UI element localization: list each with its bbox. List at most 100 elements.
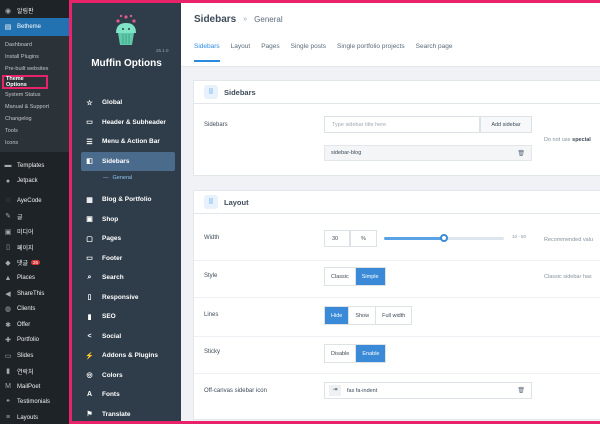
- wp-menu-label: 댓글: [17, 261, 29, 268]
- wp-submenu-item[interactable]: System Status: [0, 89, 70, 101]
- wp-menu-item[interactable]: ❝ Testimonials: [0, 395, 70, 411]
- nav-item-label: Colors: [102, 371, 123, 379]
- wp-menu-item[interactable]: ▮ 연락처: [0, 364, 70, 380]
- width-slider-handle[interactable]: [440, 234, 448, 242]
- wp-menu-item[interactable]: ✱ Offer: [0, 317, 70, 333]
- tab-search-page[interactable]: Search page: [416, 43, 453, 62]
- lines-option-hide[interactable]: Hide: [325, 307, 350, 324]
- offcanvas-icon-input[interactable]: ⇥ fas fa-indent 🗑: [324, 382, 532, 399]
- tab-single-posts[interactable]: Single posts: [291, 43, 326, 62]
- add-sidebar-button[interactable]: Add sidebar: [480, 116, 532, 133]
- menu-icon: ☰: [86, 138, 93, 146]
- sidebar-icon: ◧: [86, 158, 93, 166]
- wp-submenu-item[interactable]: Install Plugins: [0, 51, 70, 63]
- sticky-option-disable[interactable]: Disable: [325, 345, 357, 362]
- wp-menu-item[interactable]: ▯ 페이지: [0, 240, 70, 256]
- sticky-option-enable[interactable]: Enable: [356, 345, 386, 362]
- nav-item-pages[interactable]: ▢ Pages: [81, 229, 175, 249]
- wp-submenu-theme-options[interactable]: Theme Options: [2, 75, 48, 89]
- shop-icon: ▣: [86, 216, 93, 224]
- style-option-classic[interactable]: Classic: [325, 268, 356, 285]
- wp-menu-label: Testimonials: [17, 399, 51, 406]
- nav-item-colors[interactable]: ◎ Colors: [81, 366, 175, 386]
- tab-pages[interactable]: Pages: [261, 43, 279, 62]
- nav-item-search[interactable]: ⌕ Search: [81, 268, 175, 288]
- wp-menu-item[interactable]: ◀ ShareThis: [0, 286, 70, 302]
- footer-icon: ▭: [86, 255, 93, 263]
- nav-item-translate[interactable]: ⚑ Translate: [81, 405, 175, 422]
- breadcrumb-separator: »: [243, 16, 248, 23]
- nav-item-label: Sidebars: [102, 157, 130, 165]
- dashboard-icon: ◉: [4, 7, 12, 15]
- style-description: Classic sidebar has: [544, 274, 592, 280]
- width-label: Width: [204, 235, 220, 241]
- nav-item-social[interactable]: < Social: [81, 327, 175, 347]
- wp-menu-item[interactable]: ▲ Places: [0, 271, 70, 287]
- nav-item-label: Fonts: [102, 391, 120, 399]
- wp-menu-item[interactable]: ● Jetpack: [0, 174, 70, 190]
- wp-menu-label: 알림판: [17, 9, 34, 15]
- wp-submenu-item[interactable]: Tools: [0, 125, 70, 137]
- trash-icon[interactable]: 🗑: [517, 387, 525, 394]
- lines-option-show[interactable]: Show: [349, 307, 377, 324]
- tab-sidebars[interactable]: Sidebars: [194, 43, 220, 62]
- wp-submenu-item[interactable]: Changelog: [0, 113, 70, 125]
- nav-item-global[interactable]: ☆ Global: [81, 93, 175, 113]
- responsive-icon: ▯: [87, 294, 92, 302]
- nav-item-addons-plugins[interactable]: ⚡ Addons & Plugins: [81, 346, 175, 366]
- sidebar-title-input[interactable]: Type sidebar title here: [324, 116, 480, 133]
- wp-submenu-item[interactable]: Icons: [0, 137, 70, 149]
- wp-menu-item[interactable]: ◆ 댓글 26: [0, 255, 70, 271]
- wp-menu-item[interactable]: ◌ AyeCode: [0, 193, 70, 209]
- tab-single-portfolio[interactable]: Single portfolio projects: [337, 43, 405, 62]
- wp-menu-label: Slides: [17, 352, 34, 359]
- wp-menu-label: ShareThis: [17, 290, 45, 297]
- trash-icon[interactable]: 🗑: [517, 150, 525, 157]
- tab-layout[interactable]: Layout: [231, 43, 251, 62]
- wp-menu-item[interactable]: ▣ 미디어: [0, 224, 70, 240]
- style-option-simple[interactable]: Simple: [355, 268, 385, 285]
- offcanvas-label: Off-canvas sidebar icon: [204, 388, 267, 394]
- wp-menu-dashboard[interactable]: ◉ 알림판: [0, 3, 70, 18]
- indent-icon: ⇥: [329, 385, 341, 396]
- nav-item-responsive[interactable]: ▯ Responsive: [81, 288, 175, 308]
- lines-option-full-width[interactable]: Full width: [376, 307, 411, 324]
- wp-menu-item[interactable]: ▬ Templates: [0, 158, 70, 174]
- width-slider-fill: [384, 237, 444, 240]
- wp-menu-item[interactable]: ✚ Portfolio: [0, 333, 70, 349]
- nav-item-seo[interactable]: ▮ SEO: [81, 307, 175, 327]
- width-input[interactable]: 30: [324, 230, 350, 247]
- nav-item-footer[interactable]: ▭ Footer: [81, 249, 175, 269]
- wp-submenu-item[interactable]: Manual & Support: [0, 101, 70, 113]
- theme-options-frame: 25.1.0 Muffin Options ☆ Global ▭ Header & S…: [69, 0, 600, 424]
- muffin-brand: Muffin Options: [91, 58, 162, 69]
- sidebar-name: sidebar-blog: [331, 150, 362, 156]
- nav-item-fonts[interactable]: A Fonts: [81, 385, 175, 405]
- nav-item-menu-action-bar[interactable]: ☰ Menu & Action Bar: [81, 132, 175, 152]
- nav-item-header-subheader[interactable]: ▭ Header & Subheader: [81, 113, 175, 133]
- clients-icon: ◍: [4, 306, 12, 314]
- wp-submenu-item[interactable]: Dashboard: [0, 39, 70, 51]
- wp-menu-item[interactable]: M MailPoet: [0, 379, 70, 395]
- wp-menu-label: 연락처: [17, 369, 34, 376]
- portfolio-icon: ✚: [5, 337, 11, 345]
- star-icon: ☆: [86, 99, 93, 107]
- wp-menu-item[interactable]: ≡ Layouts: [0, 410, 70, 424]
- colors-icon: ◎: [86, 372, 93, 380]
- wp-menu-label: Betheme: [17, 24, 42, 30]
- nav-item-sidebars[interactable]: ◧ Sidebars: [81, 151, 175, 171]
- wp-menu-item[interactable]: ✎ 글: [0, 209, 70, 225]
- comments-icon: ◆: [5, 259, 11, 267]
- grid-icon: ⠿: [204, 195, 218, 209]
- wp-menu-betheme[interactable]: ▤ Betheme: [0, 18, 70, 36]
- plugins-icon: ⚡: [85, 352, 94, 360]
- nav-item-blog-portfolio[interactable]: ▦ Blog & Portfolio: [81, 190, 175, 210]
- page-title: Sidebars: [194, 14, 237, 25]
- slides-icon: ▭: [4, 352, 12, 360]
- width-slider[interactable]: [384, 234, 504, 242]
- wp-menu-item[interactable]: ▭ Slides: [0, 348, 70, 364]
- wp-menu-item[interactable]: ◍ Clients: [0, 302, 70, 318]
- nav-item-shop[interactable]: ▣ Shop: [81, 210, 175, 230]
- nav-subitem-general[interactable]: — General: [81, 171, 175, 184]
- wp-submenu-item[interactable]: Pre-built websites: [0, 63, 70, 75]
